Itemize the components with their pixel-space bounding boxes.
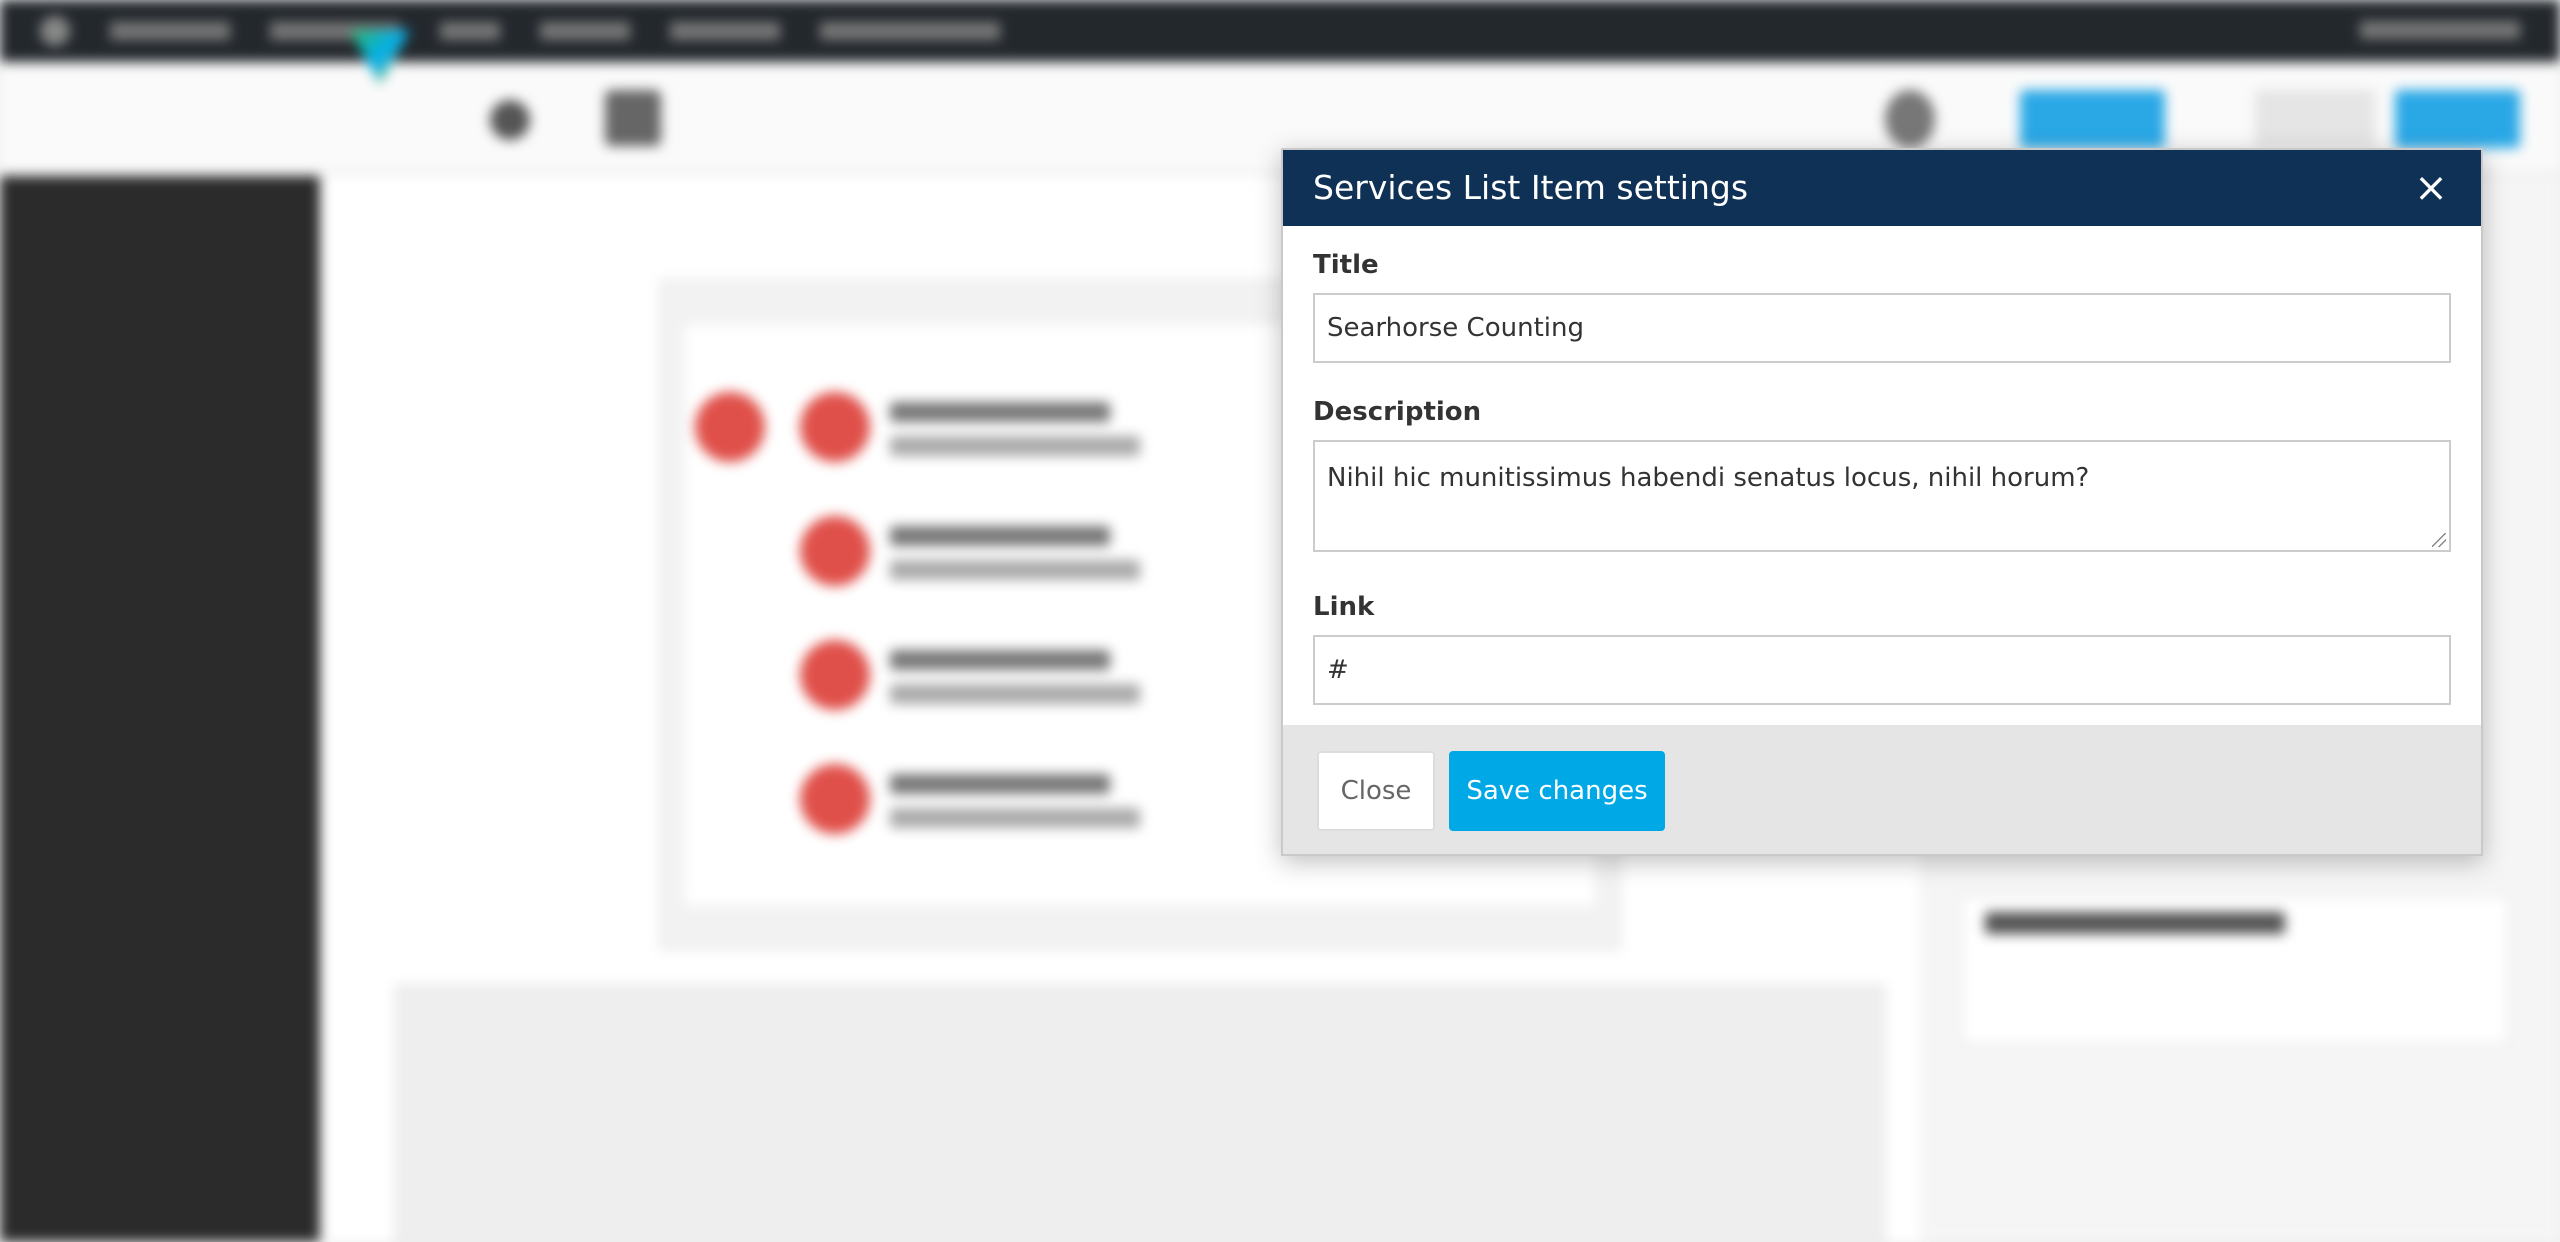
toolbar-button	[2020, 90, 2165, 148]
list-item	[800, 640, 1300, 720]
description-text: Nihil hic munitissimus habendi senatus l…	[1327, 463, 2090, 493]
admin-bar-item	[110, 22, 230, 40]
toolbar-button	[2395, 90, 2520, 148]
list-item	[800, 764, 1300, 844]
admin-bar-item	[820, 22, 1000, 40]
description-label: Description	[1313, 397, 1482, 427]
close-icon[interactable]: ×	[2411, 168, 2451, 208]
modal-footer: Close Save changes	[1283, 725, 2481, 854]
save-changes-button[interactable]: Save changes	[1449, 751, 1665, 831]
templates-icon	[605, 90, 661, 146]
list-item	[800, 392, 1300, 472]
toolbar-button	[2255, 90, 2375, 148]
row-container	[395, 985, 1885, 1242]
admin-bar-item	[670, 22, 780, 40]
list-icon	[695, 392, 765, 462]
resize-handle-icon[interactable]	[2432, 533, 2446, 547]
settings-icon	[1885, 90, 1935, 148]
wordpress-icon	[40, 16, 70, 46]
admin-bar-item	[440, 22, 500, 40]
modal-title: Services List Item settings	[1313, 168, 1749, 207]
link-input[interactable]: #	[1313, 635, 2451, 705]
list-item	[800, 516, 1300, 596]
title-input[interactable]: Searhorse Counting	[1313, 293, 2451, 363]
link-label: Link	[1313, 592, 1375, 622]
settings-modal: Services List Item settings × Title Sear…	[1281, 148, 2483, 856]
title-label: Title	[1313, 250, 1379, 280]
admin-bar-account	[2360, 18, 2520, 46]
close-button[interactable]: Close	[1317, 751, 1435, 831]
widget-title	[1985, 912, 2285, 934]
description-textarea[interactable]: Nihil hic munitissimus habendi senatus l…	[1313, 440, 2451, 552]
add-element-icon	[490, 100, 530, 140]
left-panel	[0, 176, 320, 1242]
admin-bar-item	[540, 22, 630, 40]
modal-header: Services List Item settings ×	[1283, 150, 2481, 226]
